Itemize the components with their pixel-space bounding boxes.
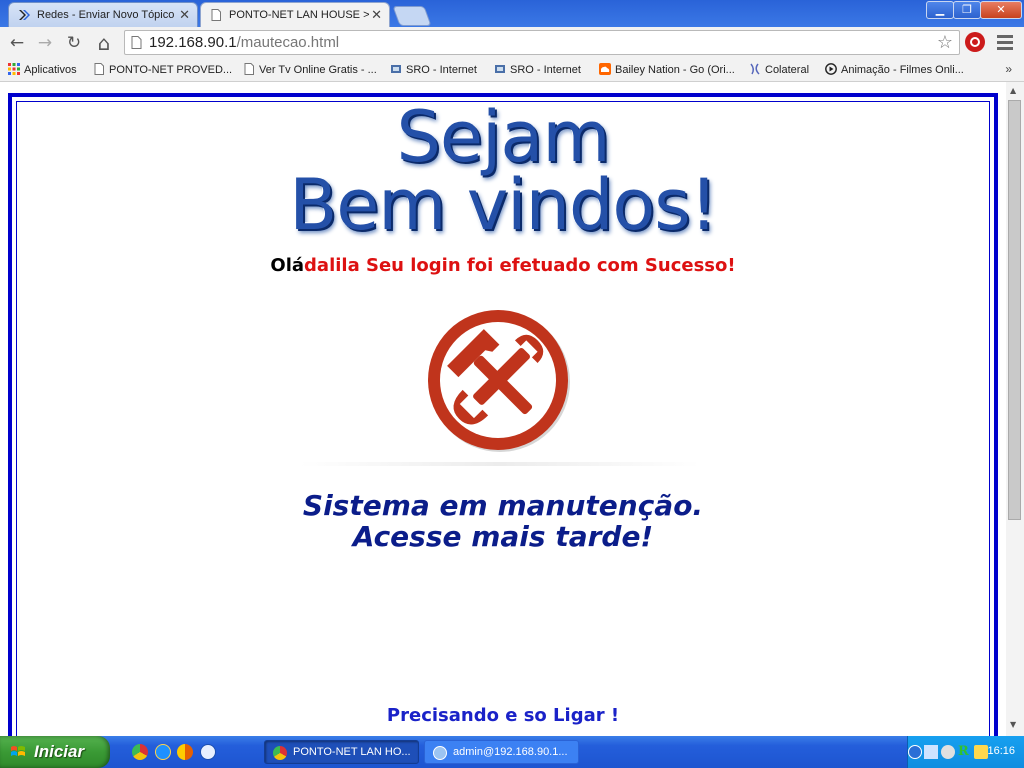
browser-menu-icon[interactable]: [997, 32, 1013, 52]
taskbar-item-browser[interactable]: PONTO-NET LAN HO...: [264, 740, 419, 764]
maintenance-tools-icon: [428, 310, 570, 452]
volume-icon[interactable]: [974, 745, 988, 759]
windows-flag-icon: [11, 746, 25, 756]
address-bar[interactable]: 192.168.90.1/mautecao.html ☆: [124, 30, 960, 55]
bookmark-label: SRO - Internet: [406, 64, 477, 76]
start-label: Iniciar: [34, 742, 85, 761]
start-button[interactable]: Iniciar: [0, 736, 110, 768]
tab-redes-label: Redes - Enviar Novo Tópico: [37, 9, 175, 21]
url-host: 192.168.90.1: [149, 34, 237, 51]
bookmark-label: Colateral: [765, 64, 810, 76]
welcome-title-line1: Sejam: [396, 96, 610, 178]
chrome-icon: [273, 746, 287, 760]
page-icon: [131, 36, 142, 49]
taskbar-item-label: PONTO-NET LAN HO...: [293, 746, 411, 758]
reload-button[interactable]: ↻: [62, 31, 86, 55]
bookmark-label: Bailey Nation - Go (Ori...: [615, 64, 735, 76]
greeting-username: dalila: [304, 255, 360, 276]
network-icon[interactable]: [924, 745, 938, 759]
bookmark-label: SRO - Internet: [510, 64, 581, 76]
bookmark-item[interactable]: Colateral: [749, 63, 809, 76]
bookmark-item[interactable]: Animação - Filmes Onli...: [825, 63, 964, 76]
tab-close-icon[interactable]: ✕: [371, 7, 382, 23]
ie-alt-quicklaunch-icon[interactable]: [200, 744, 216, 760]
close-window-button[interactable]: ✕: [980, 1, 1022, 19]
tab-close-icon[interactable]: ✕: [179, 7, 190, 23]
browser-toolbar: ← → ↻ ⌂ 192.168.90.1/mautecao.html ☆: [0, 27, 1024, 60]
extension-icon[interactable]: [965, 32, 985, 52]
bookmark-label: Ver Tv Online Gratis - ...: [259, 64, 377, 76]
bookmark-star-icon[interactable]: ☆: [937, 32, 953, 53]
new-tab-button[interactable]: [392, 6, 432, 26]
sro-icon: [495, 65, 505, 73]
forum-favicon-icon: [19, 10, 30, 20]
bookmark-item[interactable]: SRO - Internet: [390, 63, 477, 76]
bookmarks-overflow-button[interactable]: »: [1005, 62, 1012, 76]
tray-expand-icon[interactable]: [908, 745, 922, 759]
bookmark-label: Aplicativos: [24, 64, 77, 76]
url-text: 192.168.90.1/mautecao.html: [149, 34, 339, 51]
page-icon: [94, 63, 104, 75]
greeting-hello: Olá: [270, 255, 305, 276]
tray-app-icon[interactable]: [941, 745, 955, 759]
tray-r-icon[interactable]: R: [958, 745, 972, 759]
bookmark-item[interactable]: Bailey Nation - Go (Ori...: [599, 63, 735, 76]
login-greeting: Oládalila Seu login foi efetuado com Suc…: [0, 255, 1006, 276]
scroll-up-icon[interactable]: ▲: [1010, 86, 1016, 95]
taskbar-item-label: admin@192.168.90.1...: [453, 746, 568, 758]
taskbar: Iniciar PONTO-NET LAN HO... admin@192.16…: [0, 736, 1024, 768]
page-viewport: Sejam Bem vindos! Oládalila Seu login fo…: [0, 82, 1024, 736]
page-favicon-icon: [211, 9, 221, 21]
winbox-icon: [433, 746, 447, 760]
soundcloud-icon: [599, 63, 611, 75]
url-path: /mautecao.html: [236, 34, 340, 51]
back-button[interactable]: ←: [5, 31, 29, 55]
ie-quicklaunch-icon[interactable]: [155, 744, 171, 760]
scrollbar-thumb[interactable]: [1008, 100, 1021, 520]
play-circle-icon: [825, 63, 837, 75]
icon-shadow: [300, 462, 700, 466]
tab-redes[interactable]: Redes - Enviar Novo Tópico ✕: [8, 2, 198, 27]
page-icon: [244, 63, 254, 75]
home-button[interactable]: ⌂: [92, 31, 116, 55]
chrome-quicklaunch-icon[interactable]: [132, 744, 148, 760]
bookmark-label: PONTO-NET PROVED...: [109, 64, 233, 76]
taskbar-item-admin[interactable]: admin@192.168.90.1...: [424, 740, 579, 764]
bookmarks-bar: Aplicativos PONTO-NET PROVED... Ver Tv O…: [0, 60, 1024, 82]
sro-icon: [391, 65, 401, 73]
colateral-icon: [750, 63, 760, 75]
page-scrollbar[interactable]: ▲ ▼: [1006, 82, 1024, 736]
maximize-button[interactable]: ❐: [953, 1, 981, 19]
apps-grid-icon: [8, 63, 20, 75]
tab-ponto-net[interactable]: PONTO-NET LAN HOUSE > Ma ✕: [200, 2, 390, 27]
maintenance-line2: Acesse mais tarde!: [352, 520, 654, 553]
minimize-button[interactable]: ▁: [926, 1, 954, 19]
welcome-title-line2: Bem vindos!: [289, 164, 718, 246]
maintenance-line1: Sistema em manutenção.: [302, 489, 704, 522]
bookmark-label: Animação - Filmes Onli...: [841, 64, 964, 76]
call-us-text: Precisando e so Ligar !: [386, 705, 620, 726]
browser-titlebar: Redes - Enviar Novo Tópico ✕ PONTO-NET L…: [0, 0, 1024, 27]
bookmark-apps[interactable]: Aplicativos: [8, 63, 77, 76]
bookmark-item[interactable]: SRO - Internet: [494, 63, 581, 76]
greeting-message: Seu login foi efetuado com Sucesso!: [359, 255, 736, 276]
scroll-down-icon[interactable]: ▼: [1010, 720, 1016, 729]
bookmark-item[interactable]: PONTO-NET PROVED...: [93, 63, 232, 76]
tab-ponto-net-label: PONTO-NET LAN HOUSE > Ma: [229, 9, 371, 21]
bookmark-item[interactable]: Ver Tv Online Gratis - ...: [243, 63, 377, 76]
clock: 16:16: [987, 745, 1015, 757]
firefox-quicklaunch-icon[interactable]: [177, 744, 193, 760]
forward-button[interactable]: →: [33, 31, 57, 55]
system-tray: R 16:16: [907, 736, 1024, 768]
